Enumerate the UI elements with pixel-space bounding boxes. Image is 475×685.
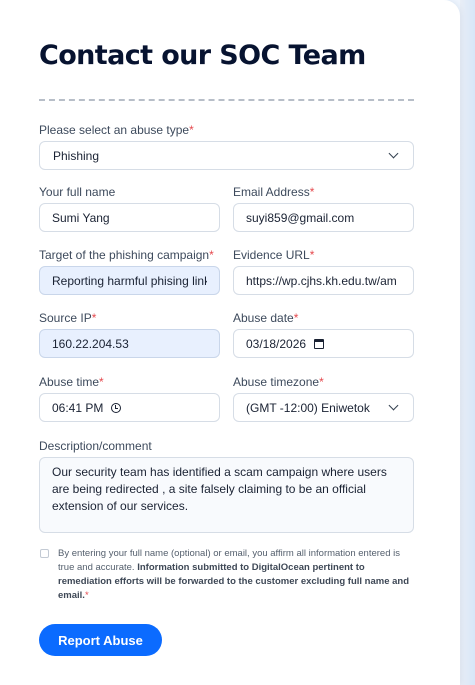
required-mark: *: [91, 311, 97, 325]
full-name-value: Sumi Yang: [52, 210, 110, 225]
target-input[interactable]: Reporting harmful phising link: [39, 266, 220, 295]
report-abuse-button[interactable]: Report Abuse: [39, 624, 162, 656]
full-name-input[interactable]: Sumi Yang: [39, 203, 220, 232]
description-value: Our security team has identified a scam …: [52, 465, 387, 513]
abuse-timezone-label: Abuse timezone*: [233, 375, 324, 389]
contact-form-card: Contact our SOC Team Please select an ab…: [0, 0, 460, 685]
email-label-text: Email Address: [233, 185, 310, 199]
required-mark: *: [99, 375, 104, 389]
required-mark: *: [309, 185, 315, 199]
required-mark: *: [309, 248, 315, 262]
full-name-label: Your full name: [39, 185, 115, 199]
consent-checkbox[interactable]: [40, 549, 49, 558]
clock-icon[interactable]: [111, 402, 122, 413]
full-name-label-text: Your full name: [39, 185, 116, 199]
required-mark: *: [209, 248, 214, 262]
abuse-timezone-select[interactable]: (GMT -12:00) Eniwetok: [233, 393, 414, 422]
abuse-date-label: Abuse date*: [233, 311, 298, 325]
source-ip-label: Source IP*: [39, 311, 96, 325]
abuse-type-select[interactable]: Phishing: [39, 141, 414, 170]
source-ip-value: 160.22.204.53: [52, 336, 129, 351]
required-mark: *: [293, 311, 299, 325]
chevron-down-icon: [388, 400, 399, 411]
required-mark: *: [84, 590, 89, 601]
consent-text: By entering your full name (optional) or…: [58, 547, 418, 603]
page-title: Contact our SOC Team: [39, 40, 366, 71]
report-abuse-button-label: Report Abuse: [58, 632, 143, 648]
abuse-timezone-value: (GMT -12:00) Eniwetok: [246, 400, 370, 415]
abuse-time-value: 06:41 PM: [52, 400, 104, 415]
required-mark: *: [319, 375, 324, 389]
abuse-time-label-text: Abuse time: [39, 375, 100, 389]
abuse-time-label: Abuse time*: [39, 375, 104, 389]
description-label: Description/comment: [39, 439, 152, 453]
source-ip-label-text: Source IP: [39, 311, 92, 325]
abuse-type-label-text: Please select an abuse type: [39, 123, 190, 137]
chevron-down-icon: [388, 148, 399, 159]
abuse-date-label-text: Abuse date: [233, 311, 294, 325]
email-label: Email Address*: [233, 185, 314, 199]
evidence-url-input[interactable]: https://wp.cjhs.kh.edu.tw/am: [233, 266, 414, 295]
evidence-url-label-text: Evidence URL: [233, 248, 310, 262]
title-divider: [39, 99, 414, 101]
email-value: suyi859@gmail.com: [246, 210, 355, 225]
evidence-url-value: https://wp.cjhs.kh.edu.tw/am: [246, 273, 397, 288]
abuse-timezone-label-text: Abuse timezone: [233, 375, 320, 389]
evidence-url-label: Evidence URL*: [233, 248, 314, 262]
email-field[interactable]: suyi859@gmail.com: [233, 203, 414, 232]
abuse-type-value: Phishing: [53, 148, 100, 163]
target-value: Reporting harmful phising link: [52, 273, 207, 288]
source-ip-input[interactable]: 160.22.204.53: [39, 329, 220, 358]
calendar-icon[interactable]: [314, 338, 325, 349]
abuse-date-value: 03/18/2026: [246, 336, 307, 351]
target-label-text: Target of the phishing campaign: [39, 248, 210, 262]
target-label: Target of the phishing campaign*: [39, 248, 214, 262]
required-mark: *: [189, 123, 194, 137]
description-label-text: Description/comment: [39, 439, 152, 453]
abuse-date-input[interactable]: 03/18/2026: [233, 329, 414, 358]
abuse-type-label: Please select an abuse type*: [39, 123, 194, 137]
page-background-edge: [460, 0, 475, 685]
description-textarea[interactable]: Our security team has identified a scam …: [39, 457, 414, 533]
abuse-time-input[interactable]: 06:41 PM: [39, 393, 220, 422]
